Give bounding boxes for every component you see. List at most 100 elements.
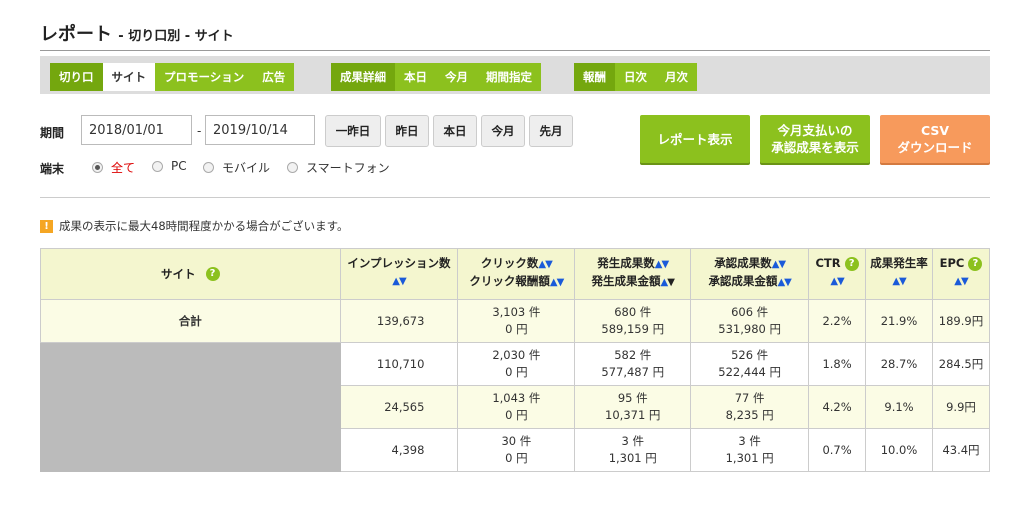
total-click-reward: 0 円: [505, 322, 528, 336]
tab-kiriguchi[interactable]: 切り口: [50, 63, 103, 91]
header-epc: EPC ? ▲▼: [931, 248, 991, 300]
row-click-reward: 0 円: [505, 451, 528, 465]
csv-download-label: CSV ダウンロード: [897, 122, 972, 156]
total-occurred-count: 680 件: [614, 305, 652, 319]
notice-text: 成果の表示に最大48時間程度かかる場合がございます。: [59, 219, 349, 233]
show-approved-button[interactable]: 今月支払いの 承認成果を表示: [760, 115, 870, 163]
tab-promotion[interactable]: プロモーション: [155, 63, 253, 91]
row-occurred-cell: 95 件 10,371 円: [574, 385, 692, 429]
csv-download-button[interactable]: CSV ダウンロード: [880, 115, 990, 163]
section-divider: [40, 197, 990, 198]
header-approved: 承認成果数▲▼ 承認成果金額▲▼: [690, 248, 810, 300]
sort-arrows-icon[interactable]: ▲▼: [830, 276, 844, 287]
sort-arrows-icon[interactable]: ▲▼: [892, 276, 906, 287]
warning-icon: !: [40, 219, 53, 233]
sort-arrows-icon[interactable]: ▲▼: [655, 259, 669, 270]
header-occurred: 発生成果数▲▼ 発生成果金額▲▼: [574, 248, 692, 300]
row-approved-count: 526 件: [731, 348, 769, 362]
help-icon[interactable]: ?: [844, 256, 859, 271]
row-cvr: 28.7%: [865, 342, 933, 386]
tab-ad[interactable]: 広告: [253, 63, 294, 91]
header-cvr: 成果発生率 ▲▼: [865, 248, 933, 300]
row-approved-cell: 77 件 8,235 円: [690, 385, 810, 429]
total-epc: 189.9円: [931, 299, 991, 343]
sort-arrows-icon[interactable]: ▲▼: [538, 259, 552, 270]
row-clicks: 1,043 件: [492, 391, 541, 405]
header-approved-count-label: 承認成果数: [714, 256, 772, 270]
row-approved-amount: 8,235 円: [725, 408, 774, 422]
show-approved-label: 今月支払いの 承認成果を表示: [771, 122, 859, 156]
header-occurred-count-label: 発生成果数: [597, 256, 655, 270]
period-label: 期間: [40, 126, 65, 140]
row-epc: 43.4円: [931, 428, 991, 472]
end-date-input[interactable]: [205, 115, 315, 145]
row-clicks-cell: 30 件 0 円: [457, 428, 576, 472]
total-approved-amount: 531,980 円: [718, 322, 781, 336]
header-cvr-label: 成果発生率: [870, 256, 928, 270]
row-occurred-amount: 1,301 円: [608, 451, 657, 465]
device-radio-mobile[interactable]: モバイル: [203, 159, 270, 176]
quick-this-month-button[interactable]: 今月: [481, 115, 525, 147]
device-label: 端末: [40, 162, 65, 176]
quick-day-before-yesterday-button[interactable]: 一昨日: [325, 115, 381, 147]
row-occurred-count: 3 件: [621, 434, 644, 448]
table-row: 110,710 2,030 件0 円 582 件 577,487 円 526 件5…: [40, 342, 991, 472]
tab-reward[interactable]: 報酬: [574, 63, 615, 91]
help-icon[interactable]: ?: [968, 256, 983, 271]
device-radio-all-label: 全て: [111, 161, 136, 175]
tab-group-reward: 報酬 日次 月次: [574, 63, 697, 91]
device-radio-smartphone[interactable]: スマートフォン: [287, 159, 390, 176]
tab-this-month[interactable]: 今月: [436, 63, 477, 91]
notice: ! 成果の表示に最大48時間程度かかる場合がございます。: [40, 218, 348, 234]
header-impressions-label: インプレッション数: [347, 256, 451, 270]
sort-arrows-active-icon[interactable]: ▲▼: [661, 277, 675, 288]
tab-bar: 切り口 サイト プロモーション 広告 成果詳細 本日 今月 期間指定 報酬 日次…: [40, 56, 990, 94]
radio-icon: [287, 162, 298, 173]
total-cvr: 21.9%: [865, 299, 933, 343]
show-report-button[interactable]: レポート表示: [640, 115, 750, 163]
quick-today-button[interactable]: 本日: [433, 115, 477, 147]
sort-arrows-icon[interactable]: ▲▼: [550, 277, 564, 288]
header-approved-amount-label: 承認成果金額: [708, 274, 778, 288]
header-site: サイト ?: [40, 248, 341, 300]
total-approved-count: 606 件: [731, 305, 769, 319]
start-date-input[interactable]: [81, 115, 192, 145]
radio-selected-icon: [92, 162, 103, 173]
header-click-reward-label: クリック報酬額: [469, 274, 550, 288]
tab-daily[interactable]: 日次: [615, 63, 656, 91]
help-icon[interactable]: ?: [205, 267, 220, 281]
page-title-main: レポート: [40, 24, 112, 45]
tab-site[interactable]: サイト: [102, 63, 155, 91]
sort-arrows-icon[interactable]: ▲▼: [777, 277, 791, 288]
header-ctr: CTR ? ▲▼: [808, 248, 867, 300]
row-occurred-amount: 10,371 円: [605, 408, 661, 422]
device-radio-all[interactable]: 全て: [92, 159, 135, 176]
row-epc: 284.5円: [931, 342, 991, 386]
row-occurred-count: 582 件: [614, 348, 652, 362]
device-radio-pc[interactable]: PC: [152, 159, 187, 173]
tab-period[interactable]: 期間指定: [477, 63, 541, 91]
sort-arrows-icon[interactable]: ▲▼: [772, 259, 786, 270]
header-epc-label: EPC: [939, 256, 965, 270]
row-approved-amount: 522,444 円: [718, 365, 781, 379]
tab-result-detail[interactable]: 成果詳細: [331, 63, 395, 91]
page-subtitle: - 切り口別 - サイト: [118, 29, 234, 44]
row-click-reward: 0 円: [505, 408, 528, 422]
row-epc: 9.9円: [931, 385, 991, 429]
sort-arrows-icon[interactable]: ▲▼: [954, 276, 968, 287]
row-click-reward: 0 円: [505, 365, 528, 379]
sort-arrows-icon[interactable]: ▲▼: [392, 276, 406, 287]
row-cvr: 10.0%: [865, 428, 933, 472]
tab-today[interactable]: 本日: [395, 63, 436, 91]
show-report-label: レポート表示: [657, 131, 733, 147]
row-occurred-cell: 3 件 1,301 円: [574, 428, 692, 472]
quick-last-month-button[interactable]: 先月: [529, 115, 573, 147]
row-cvr: 9.1%: [865, 385, 933, 429]
tab-monthly[interactable]: 月次: [656, 63, 697, 91]
tab-group-dimension: 切り口 サイト プロモーション 広告: [50, 63, 295, 91]
quick-yesterday-button[interactable]: 昨日: [385, 115, 429, 147]
header-clicks: クリック数▲▼ クリック報酬額▲▼: [457, 248, 576, 300]
show-approved-line2: 承認成果を表示: [771, 140, 859, 155]
row-impressions: 24,565: [339, 385, 459, 429]
total-occurred-cell: 680 件 589,159 円: [574, 299, 692, 343]
